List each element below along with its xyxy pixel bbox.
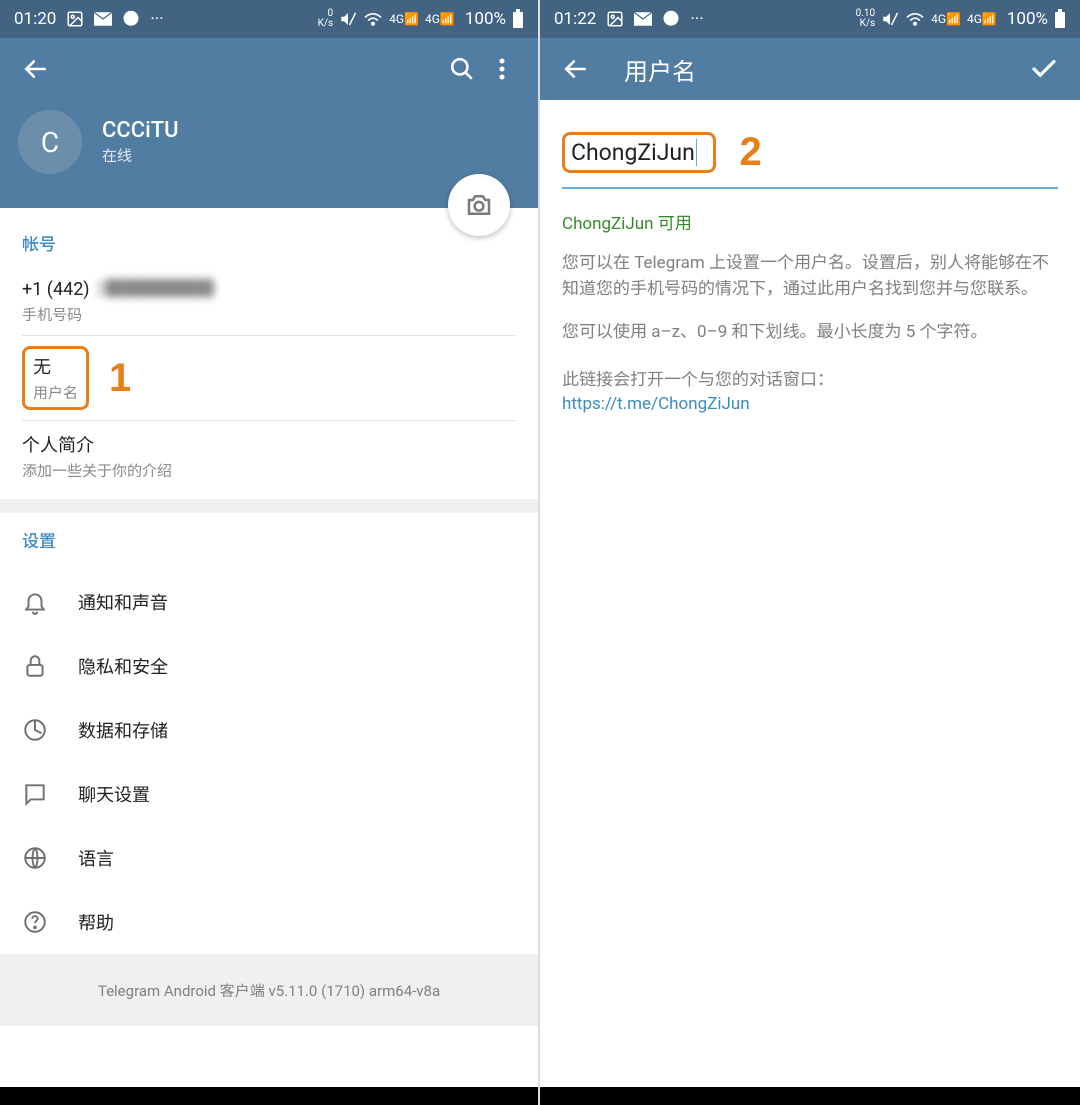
signal-4g-icon: 4G📶 <box>389 12 419 26</box>
phone-row[interactable]: +1 (442)2██████ 手机号码 <box>22 265 516 335</box>
page-title: 用户名 <box>624 52 1024 87</box>
setting-label: 隐私和安全 <box>78 653 168 679</box>
setting-help[interactable]: 帮助 <box>0 890 538 954</box>
data-icon <box>22 717 78 743</box>
status-bar: 01:22 ··· 0.10K/s 4G📶 4G📶 100% <box>540 0 1080 38</box>
phone-label: 手机号码 <box>22 304 516 325</box>
confirm-button[interactable] <box>1024 49 1064 89</box>
setting-data[interactable]: 数据和存储 <box>0 698 538 762</box>
signal-4g-icon: 4G📶 <box>931 12 961 26</box>
status-bar: 01:20 ··· 0K/s 4G📶 4G📶 100% <box>0 0 538 38</box>
appbar: 用户名 <box>540 38 1080 100</box>
settings-section: 设置 <box>0 513 538 570</box>
hangouts-icon <box>122 10 140 28</box>
setting-label: 帮助 <box>78 909 114 935</box>
username-label: 用户名 <box>33 382 78 403</box>
status-speed: 0.10K/s <box>856 9 876 29</box>
screen-username-edit: 01:22 ··· 0.10K/s 4G📶 4G📶 100% 用户名 Chong… <box>540 0 1080 1105</box>
setting-label: 数据和存储 <box>78 717 168 743</box>
globe-icon <box>22 845 78 871</box>
footer-version: Telegram Android 客户端 v5.11.0 (1710) arm6… <box>0 954 538 1026</box>
mute-icon <box>881 10 899 28</box>
setting-language[interactable]: 语言 <box>0 826 538 890</box>
annotation-number-1: 1 <box>109 356 131 401</box>
more-button[interactable] <box>482 49 522 89</box>
android-navbar <box>540 1087 1080 1105</box>
username-row[interactable]: 无 用户名 1 <box>22 336 516 420</box>
profile-name: CCCiTU <box>102 118 179 143</box>
bell-icon <box>22 589 78 615</box>
signal-4g-icon-2: 4G📶 <box>967 12 997 26</box>
bio-row[interactable]: 个人简介 添加一些关于你的介绍 <box>22 421 516 491</box>
settings-header: 设置 <box>22 527 516 552</box>
annotation-number-2: 2 <box>740 130 762 175</box>
more-icon: ··· <box>690 9 703 29</box>
status-speed: 0K/s <box>318 9 334 29</box>
help-icon <box>22 909 78 935</box>
chat-icon <box>22 781 78 807</box>
status-time: 01:20 <box>14 9 56 29</box>
gallery-icon <box>606 10 624 28</box>
battery-icon <box>1054 9 1066 29</box>
link-intro: 此链接会打开一个与您的对话窗口： <box>562 365 1058 390</box>
search-button[interactable] <box>442 49 482 89</box>
annotation-box-1: 无 用户名 <box>22 346 89 410</box>
profile-status: 在线 <box>102 145 179 166</box>
bio-hint: 添加一些关于你的介绍 <box>22 460 516 481</box>
signal-4g-icon-2: 4G📶 <box>425 12 455 26</box>
phone-number: +1 (442)2██████ <box>22 275 516 301</box>
gallery-icon <box>66 10 84 28</box>
lock-icon <box>22 653 78 679</box>
status-time: 01:22 <box>554 9 596 29</box>
mail-icon <box>94 12 112 26</box>
bio-title: 个人简介 <box>22 431 516 457</box>
battery-icon <box>512 9 524 29</box>
back-button[interactable] <box>16 49 56 89</box>
setting-notifications[interactable]: 通知和声音 <box>0 570 538 634</box>
more-icon: ··· <box>150 9 163 29</box>
setting-label: 通知和声音 <box>78 589 168 615</box>
help-text-1: 您可以在 Telegram 上设置一个用户名。设置后，别人将能够在不知道您的手机… <box>562 250 1058 303</box>
setting-label: 聊天设置 <box>78 781 150 807</box>
section-gap <box>0 499 538 513</box>
wifi-icon <box>905 11 925 27</box>
account-section: 帐号 +1 (442)2██████ 手机号码 无 用户名 1 个人简介 添加一… <box>0 208 538 499</box>
appbar <box>0 38 538 100</box>
status-battery-pct: 100% <box>1007 9 1048 29</box>
back-button[interactable] <box>556 49 596 89</box>
settings-list: 通知和声音 隐私和安全 数据和存储 聊天设置 语言 帮助 <box>0 570 538 954</box>
account-header: 帐号 <box>22 230 516 255</box>
status-battery-pct: 100% <box>465 9 506 29</box>
avatar[interactable]: C <box>18 110 82 174</box>
setting-label: 语言 <box>78 845 114 871</box>
username-availability: ChongZiJun 可用 <box>562 209 1058 234</box>
wifi-icon <box>363 11 383 27</box>
camera-button[interactable] <box>448 174 510 236</box>
username-input[interactable]: ChongZiJun <box>562 132 716 173</box>
setting-chat[interactable]: 聊天设置 <box>0 762 538 826</box>
mute-icon <box>339 10 357 28</box>
username-value: 无 <box>33 353 78 379</box>
profile-header: C CCCiTU 在线 <box>0 100 538 208</box>
input-underline <box>562 187 1058 189</box>
android-navbar <box>0 1087 538 1105</box>
setting-privacy[interactable]: 隐私和安全 <box>0 634 538 698</box>
mail-icon <box>634 12 652 26</box>
screen-settings: 01:20 ··· 0K/s 4G📶 4G📶 100% C <box>0 0 540 1105</box>
profile-link[interactable]: https://t.me/ChongZiJun <box>562 394 1058 414</box>
help-text-2: 您可以使用 a–z、0–9 和下划线。最小长度为 5 个字符。 <box>562 319 1058 345</box>
hangouts-icon <box>662 10 680 28</box>
